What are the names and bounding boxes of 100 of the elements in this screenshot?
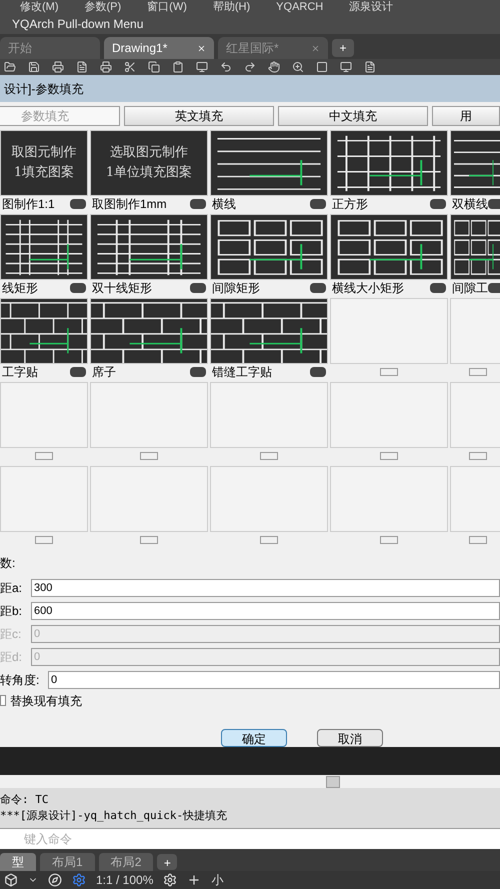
input-field[interactable]: 600 [31,602,500,620]
pattern-tile[interactable]: 取图元制作 1填充图案 [0,130,88,196]
scissors-icon[interactable] [124,61,136,74]
layout-tab[interactable]: 型 [0,853,36,871]
tile-label: 工字贴 [2,364,38,381]
hand-icon[interactable] [268,61,280,74]
zoom-icon[interactable] [292,61,304,74]
empty-tile[interactable] [450,298,500,364]
preview-icon[interactable] [70,198,86,209]
layout-tab[interactable]: 布局1 [40,853,95,871]
preview-icon[interactable] [190,198,206,209]
new-layout-button[interactable]: + [157,854,178,870]
printer-icon[interactable] [100,61,112,74]
preview-icon[interactable] [310,366,326,377]
preview-icon[interactable] [70,282,86,293]
tile-label: 取图制作1mm [92,196,167,213]
input-field[interactable]: 0 [48,670,500,689]
menu-item[interactable]: 参数(P) [84,0,122,16]
empty-tile[interactable] [330,466,448,532]
command-line: 命令: TC [0,792,50,808]
dialog-tab[interactable]: 中文填充 [278,106,428,126]
field-label: 距d: [0,648,24,666]
tile-label: 席子 [92,364,116,381]
preview-icon[interactable] [190,282,206,293]
empty-tile[interactable] [0,466,88,532]
undo-icon[interactable] [220,61,232,74]
new-tab-button[interactable]: + [332,39,354,58]
clipboard-icon[interactable] [172,61,184,74]
monitor-icon[interactable] [196,61,208,74]
menu-item[interactable]: YQARCH [276,0,324,16]
empty-tile[interactable] [210,382,328,448]
pattern-tile[interactable] [450,214,500,280]
save-icon[interactable] [28,61,40,74]
menu-item[interactable]: 窗口(W) [147,0,187,16]
close-icon[interactable] [197,44,206,53]
redo-icon[interactable] [244,61,256,74]
document-icon[interactable] [76,61,88,74]
close-icon[interactable] [311,44,320,53]
annotation-scale[interactable]: 1:1 / 100% [96,871,154,889]
preview-icon[interactable] [190,366,206,377]
empty-tile[interactable] [0,382,88,448]
preview-icon[interactable] [430,282,446,293]
empty-slot-icon [260,452,278,460]
dialog-button[interactable]: 取消 [317,728,383,747]
scrollbar-thumb[interactable] [326,776,340,788]
square-icon[interactable] [316,61,328,74]
compass-icon[interactable] [48,873,62,887]
cube-icon[interactable] [4,873,18,887]
empty-tile[interactable] [210,466,328,532]
horizontal-scrollbar[interactable] [0,774,500,788]
tile-text: 1填充图案 [14,164,74,182]
preview-icon[interactable] [430,198,446,209]
empty-tile[interactable] [450,466,500,532]
tile-label: 图制作1:1 [2,196,55,213]
empty-tile[interactable] [330,298,448,364]
preview-icon[interactable] [70,366,86,377]
empty-slot-icon [140,536,158,544]
checkbox[interactable] [0,695,6,706]
open-folder-icon[interactable] [4,61,16,74]
printer-icon[interactable] [52,61,64,74]
menu-item[interactable]: 修改(M) [20,0,58,16]
command-line: ***[源泉设计]-yq_hatch_quick-快捷填充 [0,808,228,824]
monitor-icon[interactable] [340,61,352,74]
empty-slot-icon [469,368,487,376]
tile-label: 间隙工 [452,280,488,297]
checkbox-label: 替换现有填充 [10,692,82,710]
empty-slot-icon [140,452,158,460]
menu-item[interactable]: 源泉设计 [349,0,394,16]
layout-tab[interactable]: 布局2 [98,853,154,871]
tile-label: 双十线矩形 [92,280,152,297]
tile-label: 间隙矩形 [212,280,260,297]
command-input[interactable]: 键入命令 [0,828,500,850]
empty-tile[interactable] [90,382,208,448]
preview-icon[interactable] [310,282,326,293]
input-field[interactable]: 300 [31,578,500,597]
dialog-tab[interactable]: 英文填充 [124,106,274,126]
empty-slot-icon [469,452,487,460]
preview-icon[interactable] [310,198,326,209]
tile-text: 1单位填充图案 [106,164,192,182]
preview-icon[interactable] [488,198,500,209]
tile-label: 错缝工字贴 [212,364,272,381]
pattern-tile[interactable] [450,130,500,196]
pattern-tile[interactable]: 选取图元制作 1单位填充图案 [90,130,208,196]
dialog-tab[interactable]: 用 [432,106,500,126]
empty-tile[interactable] [90,466,208,532]
menu-item[interactable]: 帮助(H) [212,0,250,16]
field-label: 距a: [0,580,24,597]
document-icon[interactable] [364,61,376,74]
dialog-title: 设计]-参数填充 [4,80,84,98]
tile-text: 选取图元制作 [110,144,188,162]
plus-icon[interactable] [187,873,202,887]
empty-tile[interactable] [450,382,500,448]
preview-icon[interactable] [488,282,500,293]
empty-tile[interactable] [330,382,448,448]
tile-label: 横线大小矩形 [332,280,404,297]
tile-label: 线矩形 [2,280,38,297]
copy-icon[interactable] [148,61,160,74]
document-tab[interactable]: Drawing1* [104,37,214,60]
empty-slot-icon [380,452,398,460]
dialog-button[interactable]: 确定 [221,728,287,747]
